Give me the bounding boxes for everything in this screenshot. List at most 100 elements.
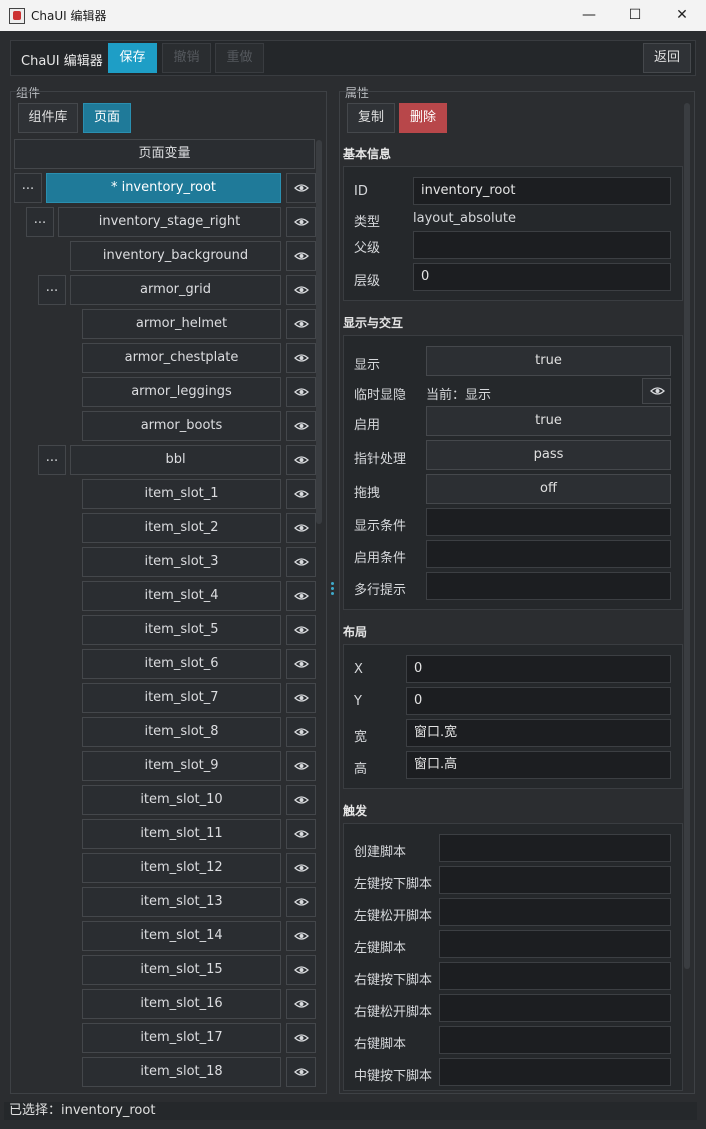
panel-splitter[interactable] <box>331 580 335 600</box>
visibility-toggle-button[interactable] <box>286 581 316 611</box>
visibility-toggle-button[interactable] <box>286 173 316 203</box>
trigger-script-field[interactable] <box>439 930 671 958</box>
visibility-toggle-button[interactable] <box>286 785 316 815</box>
tree-node[interactable]: armor_boots <box>82 411 281 441</box>
pointer-label: 指针处理 <box>354 452 407 467</box>
show-condition-field[interactable] <box>426 508 671 536</box>
temp-visibility-eye-button[interactable] <box>642 378 671 404</box>
visibility-toggle-button[interactable] <box>286 955 316 985</box>
visibility-toggle-button[interactable] <box>286 819 316 849</box>
visibility-toggle-button[interactable] <box>286 207 316 237</box>
editor-label: ChaUI 编辑器 <box>21 54 103 69</box>
expand-button[interactable]: ... <box>38 445 66 475</box>
tree-node[interactable]: item_slot_11 <box>82 819 281 849</box>
tree-node[interactable]: item_slot_16 <box>82 989 281 1019</box>
visibility-toggle-button[interactable] <box>286 921 316 951</box>
visibility-toggle-button[interactable] <box>286 615 316 645</box>
id-label: ID <box>354 184 368 199</box>
tree-scrollbar[interactable] <box>316 140 322 524</box>
tree-node[interactable]: item_slot_4 <box>82 581 281 611</box>
visibility-toggle-button[interactable] <box>286 1023 316 1053</box>
expand-button[interactable]: ... <box>38 275 66 305</box>
tree-node[interactable]: item_slot_9 <box>82 751 281 781</box>
tree-node[interactable]: inventory_background <box>70 241 281 271</box>
tree-node[interactable]: item_slot_10 <box>82 785 281 815</box>
tree-node[interactable]: item_slot_5 <box>82 615 281 645</box>
visibility-toggle-button[interactable] <box>286 343 316 373</box>
minimize-button[interactable]: — <box>566 0 612 31</box>
trigger-script-field[interactable] <box>439 898 671 926</box>
back-button[interactable]: 返回 <box>643 43 691 73</box>
visibility-toggle-button[interactable] <box>286 241 316 271</box>
trigger-script-field[interactable] <box>439 994 671 1022</box>
parent-field[interactable] <box>413 231 671 259</box>
tab-component-library[interactable]: 组件库 <box>18 103 78 133</box>
close-button[interactable]: ✕ <box>659 0 705 31</box>
trigger-script-field[interactable] <box>439 962 671 990</box>
properties-scrollbar[interactable] <box>684 103 690 969</box>
delete-button[interactable]: 删除 <box>399 103 447 133</box>
tree-node[interactable]: item_slot_18 <box>82 1057 281 1087</box>
visibility-toggle-button[interactable] <box>286 411 316 441</box>
visibility-toggle-button[interactable] <box>286 479 316 509</box>
visibility-toggle-button[interactable] <box>286 751 316 781</box>
layer-field[interactable]: 0 <box>413 263 671 291</box>
visibility-toggle-button[interactable] <box>286 853 316 883</box>
tree-node[interactable]: item_slot_17 <box>82 1023 281 1053</box>
redo-button[interactable]: 重做 <box>215 43 264 73</box>
tree-node[interactable]: armor_grid <box>70 275 281 305</box>
visibility-toggle-button[interactable] <box>286 683 316 713</box>
visibility-toggle-button[interactable] <box>286 649 316 679</box>
display-title: 显示与交互 <box>343 316 404 330</box>
visibility-toggle-button[interactable] <box>286 887 316 917</box>
maximize-button[interactable]: ☐ <box>612 0 658 31</box>
visibility-toggle-button[interactable] <box>286 445 316 475</box>
visible-select[interactable]: true <box>426 346 671 376</box>
save-button[interactable]: 保存 <box>108 43 157 73</box>
tooltip-field[interactable] <box>426 572 671 600</box>
tab-page[interactable]: 页面 <box>83 103 131 133</box>
copy-button[interactable]: 复制 <box>347 103 395 133</box>
x-field[interactable]: 0 <box>406 655 671 683</box>
trigger-script-field[interactable] <box>439 1058 671 1086</box>
tree-node[interactable]: * inventory_root <box>46 173 281 203</box>
trigger-script-field[interactable] <box>439 1026 671 1054</box>
visibility-toggle-button[interactable] <box>286 377 316 407</box>
visibility-toggle-button[interactable] <box>286 275 316 305</box>
tree-node[interactable]: item_slot_12 <box>82 853 281 883</box>
tree-node[interactable]: item_slot_6 <box>82 649 281 679</box>
visibility-toggle-button[interactable] <box>286 309 316 339</box>
trigger-script-field[interactable] <box>439 834 671 862</box>
tree-node[interactable]: item_slot_15 <box>82 955 281 985</box>
height-field[interactable]: 窗口.高 <box>406 751 671 779</box>
visibility-toggle-button[interactable] <box>286 717 316 747</box>
visibility-toggle-button[interactable] <box>286 989 316 1019</box>
tree-node[interactable]: inventory_stage_right <box>58 207 281 237</box>
tree-node[interactable]: item_slot_3 <box>82 547 281 577</box>
tree-node[interactable]: armor_helmet <box>82 309 281 339</box>
y-field[interactable]: 0 <box>406 687 671 715</box>
tree-node[interactable]: item_slot_8 <box>82 717 281 747</box>
visibility-toggle-button[interactable] <box>286 1057 316 1087</box>
visibility-toggle-button[interactable] <box>286 547 316 577</box>
tree-node[interactable]: item_slot_2 <box>82 513 281 543</box>
visibility-toggle-button[interactable] <box>286 513 316 543</box>
width-field[interactable]: 窗口.宽 <box>406 719 671 747</box>
eye-icon <box>294 184 309 192</box>
tree-node[interactable]: item_slot_13 <box>82 887 281 917</box>
expand-button[interactable]: ... <box>14 173 42 203</box>
expand-button[interactable]: ... <box>26 207 54 237</box>
enabled-select[interactable]: true <box>426 406 671 436</box>
undo-button[interactable]: 撤销 <box>162 43 211 73</box>
tree-node[interactable]: armor_leggings <box>82 377 281 407</box>
enable-condition-field[interactable] <box>426 540 671 568</box>
tree-node[interactable]: item_slot_7 <box>82 683 281 713</box>
trigger-script-field[interactable] <box>439 866 671 894</box>
tree-node[interactable]: item_slot_1 <box>82 479 281 509</box>
tree-node[interactable]: item_slot_14 <box>82 921 281 951</box>
tree-node[interactable]: armor_chestplate <box>82 343 281 373</box>
tree-node[interactable]: bbl <box>70 445 281 475</box>
id-field[interactable]: inventory_root <box>413 177 671 205</box>
drag-select[interactable]: off <box>426 474 671 504</box>
pointer-select[interactable]: pass <box>426 440 671 470</box>
